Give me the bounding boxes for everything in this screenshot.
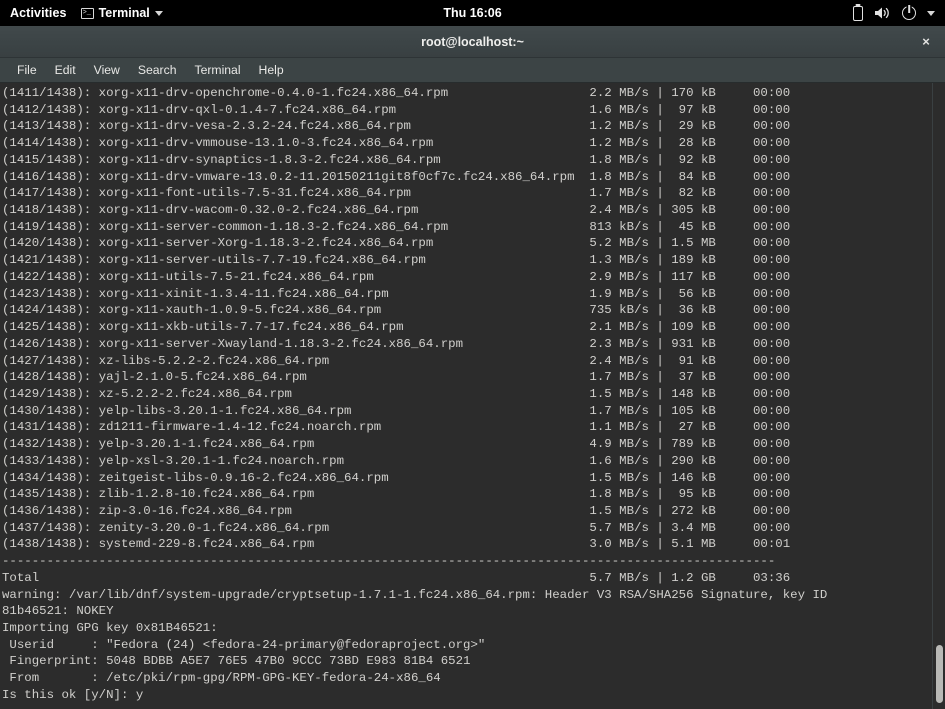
terminal-line: (1429/1438): xz-5.2.2-2.fc24.x86_64.rpm … <box>2 386 791 401</box>
activities-button[interactable]: Activities <box>10 6 67 20</box>
terminal-area: (1411/1438): xorg-x11-drv-openchrome-0.4… <box>0 83 945 709</box>
menu-bar: File Edit View Search Terminal Help <box>0 58 945 83</box>
terminal-line: (1420/1438): xorg-x11-server-Xorg-1.18.3… <box>2 236 791 251</box>
menu-item-help[interactable]: Help <box>250 60 293 80</box>
terminal-line: (1411/1438): xorg-x11-drv-openchrome-0.4… <box>2 86 791 100</box>
terminal-line: Is this ok [y/N]: y <box>2 687 144 702</box>
close-icon[interactable]: × <box>917 33 935 51</box>
menu-item-search[interactable]: Search <box>129 60 186 80</box>
terminal-line: From : /etc/pki/rpm-gpg/RPM-GPG-KEY-fedo… <box>2 671 441 686</box>
battery-icon <box>853 5 863 21</box>
terminal-line: (1418/1438): xorg-x11-drv-wacom-0.32.0-2… <box>2 203 791 218</box>
menu-item-edit[interactable]: Edit <box>46 60 85 80</box>
terminal-line: Total 5.7 MB/s | 1.2 GB 03:36 <box>2 570 791 585</box>
scrollbar-thumb[interactable] <box>936 645 943 703</box>
terminal-line: (1414/1438): xorg-x11-drv-vmmouse-13.1.0… <box>2 136 791 151</box>
terminal-line: (1416/1438): xorg-x11-drv-vmware-13.0.2-… <box>2 169 791 184</box>
menu-item-terminal[interactable]: Terminal <box>185 60 249 80</box>
terminal-line: (1413/1438): xorg-x11-drv-vesa-2.3.2-24.… <box>2 119 791 134</box>
terminal-icon: >_ <box>80 7 94 19</box>
top-bar-left-group: Activities >_ Terminal <box>10 6 163 20</box>
terminal-line: (1428/1438): yajl-2.1.0-5.fc24.x86_64.rp… <box>2 370 791 385</box>
terminal-line: (1421/1438): xorg-x11-server-utils-7.7-1… <box>2 253 791 268</box>
app-menu-terminal[interactable]: >_ Terminal <box>80 6 163 20</box>
terminal-line: (1415/1438): xorg-x11-drv-synaptics-1.8.… <box>2 152 791 167</box>
terminal-line: (1433/1438): yelp-xsl-3.20.1-1.fc24.noar… <box>2 453 791 468</box>
terminal-line: (1430/1438): yelp-libs-3.20.1-1.fc24.x86… <box>2 403 791 418</box>
terminal-line: 81b46521: NOKEY <box>2 604 114 619</box>
volume-icon <box>874 6 891 20</box>
chevron-down-icon <box>154 10 163 16</box>
power-icon <box>902 6 916 20</box>
terminal-line: Fingerprint: 5048 BDBB A5E7 76E5 47B0 9C… <box>2 654 471 669</box>
window-titlebar: root@localhost:~ × <box>0 26 945 58</box>
terminal-line: (1426/1438): xorg-x11-server-Xwayland-1.… <box>2 336 791 351</box>
terminal-line: (1436/1438): zip-3.0-16.fc24.x86_64.rpm … <box>2 503 791 518</box>
terminal-line: (1438/1438): systemd-229-8.fc24.x86_64.r… <box>2 537 791 552</box>
menu-item-file[interactable]: File <box>8 60 46 80</box>
terminal-window: root@localhost:~ × File Edit View Search… <box>0 26 945 709</box>
terminal-line: warning: /var/lib/dnf/system-upgrade/cry… <box>2 587 828 602</box>
terminal-line: Userid : "Fedora (24) <fedora-24-primary… <box>2 637 486 652</box>
terminal-line: (1437/1438): zenity-3.20.0-1.fc24.x86_64… <box>2 520 791 535</box>
terminal-line: (1434/1438): zeitgeist-libs-0.9.16-2.fc2… <box>2 470 791 485</box>
terminal-line: (1432/1438): yelp-3.20.1-1.fc24.x86_64.r… <box>2 437 791 452</box>
terminal-line: (1427/1438): xz-libs-5.2.2-2.fc24.x86_64… <box>2 353 791 368</box>
gnome-top-bar: Activities >_ Terminal Thu 16:06 <box>0 0 945 26</box>
terminal-line: (1412/1438): xorg-x11-drv-qxl-0.1.4-7.fc… <box>2 102 791 117</box>
terminal-line: (1423/1438): xorg-x11-xinit-1.3.4-11.fc2… <box>2 286 791 301</box>
terminal-line: ----------------------------------------… <box>2 554 776 569</box>
clock-label[interactable]: Thu 16:06 <box>443 6 501 20</box>
terminal-line: (1424/1438): xorg-x11-xauth-1.0.9-5.fc24… <box>2 303 791 318</box>
status-chevron-down-icon <box>927 10 935 16</box>
terminal-line: (1431/1438): zd1211-firmware-1.4-12.fc24… <box>2 420 791 435</box>
terminal-scrollbar[interactable] <box>932 83 945 709</box>
terminal-line: (1417/1438): xorg-x11-font-utils-7.5-31.… <box>2 186 791 201</box>
terminal-line: (1422/1438): xorg-x11-utils-7.5-21.fc24.… <box>2 269 791 284</box>
terminal-line: (1419/1438): xorg-x11-server-common-1.18… <box>2 219 791 234</box>
terminal-line: Importing GPG key 0x81B46521: <box>2 621 218 635</box>
app-menu-label: Terminal <box>98 6 150 20</box>
menu-item-view[interactable]: View <box>85 60 129 80</box>
system-status-area[interactable] <box>853 5 935 21</box>
window-title: root@localhost:~ <box>421 34 524 49</box>
terminal-output[interactable]: (1411/1438): xorg-x11-drv-openchrome-0.4… <box>0 83 932 709</box>
terminal-line: (1435/1438): zlib-1.2.8-10.fc24.x86_64.r… <box>2 487 791 502</box>
terminal-line: (1425/1438): xorg-x11-xkb-utils-7.7-17.f… <box>2 320 791 335</box>
